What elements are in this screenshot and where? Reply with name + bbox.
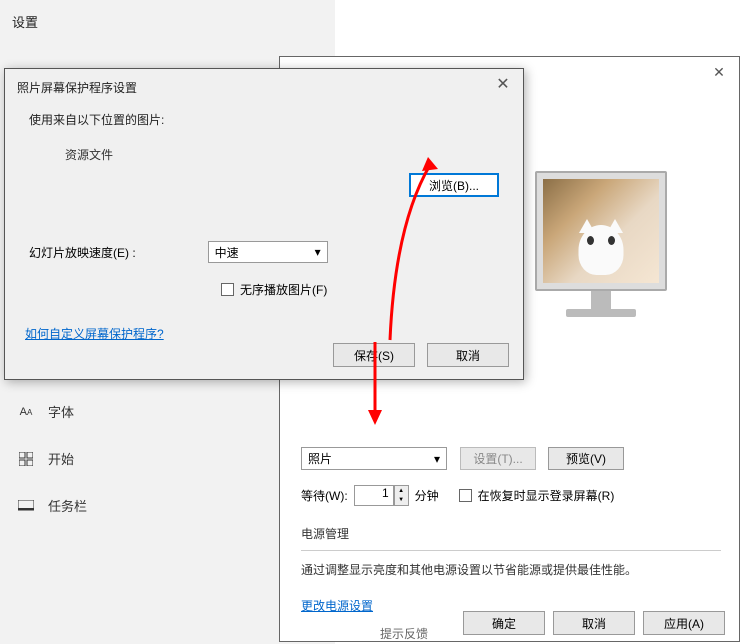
preview-button[interactable]: 预览(V) xyxy=(548,447,624,470)
shuffle-checkbox[interactable] xyxy=(221,283,234,296)
settings-title: 设置 xyxy=(12,12,38,31)
browse-button[interactable]: 浏览(B)... xyxy=(409,173,499,197)
chevron-down-icon: ▾ xyxy=(434,452,440,466)
power-desc: 通过调整显示亮度和其他电源设置以节省能源或提供最佳性能。 xyxy=(301,561,721,579)
apply-button[interactable]: 应用(A) xyxy=(643,611,725,635)
shuffle-label: 无序播放图片(F) xyxy=(240,281,327,298)
dialog-title: 照片屏幕保护程序设置 xyxy=(17,79,137,96)
screensaver-select-value: 照片 xyxy=(308,450,332,467)
power-section: 电源管理 通过调整显示亮度和其他电源设置以节省能源或提供最佳性能。 更改电源设置 xyxy=(301,525,721,614)
cancel-button-front[interactable]: 取消 xyxy=(427,343,509,367)
power-link[interactable]: 更改电源设置 xyxy=(301,599,373,613)
power-title: 电源管理 xyxy=(301,525,721,542)
close-button[interactable]: ✕ xyxy=(483,69,523,99)
save-button[interactable]: 保存(S) xyxy=(333,343,415,367)
start-icon xyxy=(18,451,34,467)
settings-button: 设置(T)... xyxy=(460,447,536,470)
screensaver-preview xyxy=(535,171,667,321)
wait-input[interactable]: 1 xyxy=(354,485,394,506)
sidebar-item-taskbar[interactable]: 任务栏 xyxy=(18,496,87,515)
sidebar-label-fonts: 字体 xyxy=(48,402,74,421)
sidebar-label-start: 开始 xyxy=(48,449,74,468)
taskbar-icon xyxy=(18,498,34,514)
sidebar-item-start[interactable]: 开始 xyxy=(18,449,87,468)
font-icon: AA xyxy=(18,404,34,420)
resume-label: 在恢复时显示登录屏幕(R) xyxy=(478,487,615,504)
sidebar-item-fonts[interactable]: AA 字体 xyxy=(18,402,87,421)
speed-label: 幻灯片放映速度(E) : xyxy=(29,244,136,261)
customize-link[interactable]: 如何自定义屏幕保护程序? xyxy=(25,325,164,342)
cancel-button[interactable]: 取消 xyxy=(553,611,635,635)
screensaver-select[interactable]: 照片 ▾ xyxy=(301,447,447,470)
use-pictures-label: 使用来自以下位置的图片: xyxy=(29,111,499,128)
resource-file-label: 资源文件 xyxy=(65,146,499,163)
sidebar-label-taskbar: 任务栏 xyxy=(48,496,87,515)
wait-row: 等待(W): 1 ▲▼ 分钟 在恢复时显示登录屏幕(R) xyxy=(301,485,614,506)
wait-label: 等待(W): xyxy=(301,487,348,504)
ok-button[interactable]: 确定 xyxy=(463,611,545,635)
photo-screensaver-settings-dialog: 照片屏幕保护程序设置 ✕ 使用来自以下位置的图片: 资源文件 浏览(B)... … xyxy=(4,68,524,380)
wait-unit: 分钟 xyxy=(415,487,439,504)
close-button[interactable]: ✕ xyxy=(699,57,739,87)
speed-value: 中速 xyxy=(215,244,239,261)
resume-checkbox[interactable] xyxy=(459,489,472,502)
wait-spinner[interactable]: ▲▼ xyxy=(394,485,409,506)
cutoff-text: 提示反馈 xyxy=(380,625,428,642)
speed-select[interactable]: 中速 ▾ xyxy=(208,241,328,263)
chevron-down-icon: ▾ xyxy=(315,245,321,259)
